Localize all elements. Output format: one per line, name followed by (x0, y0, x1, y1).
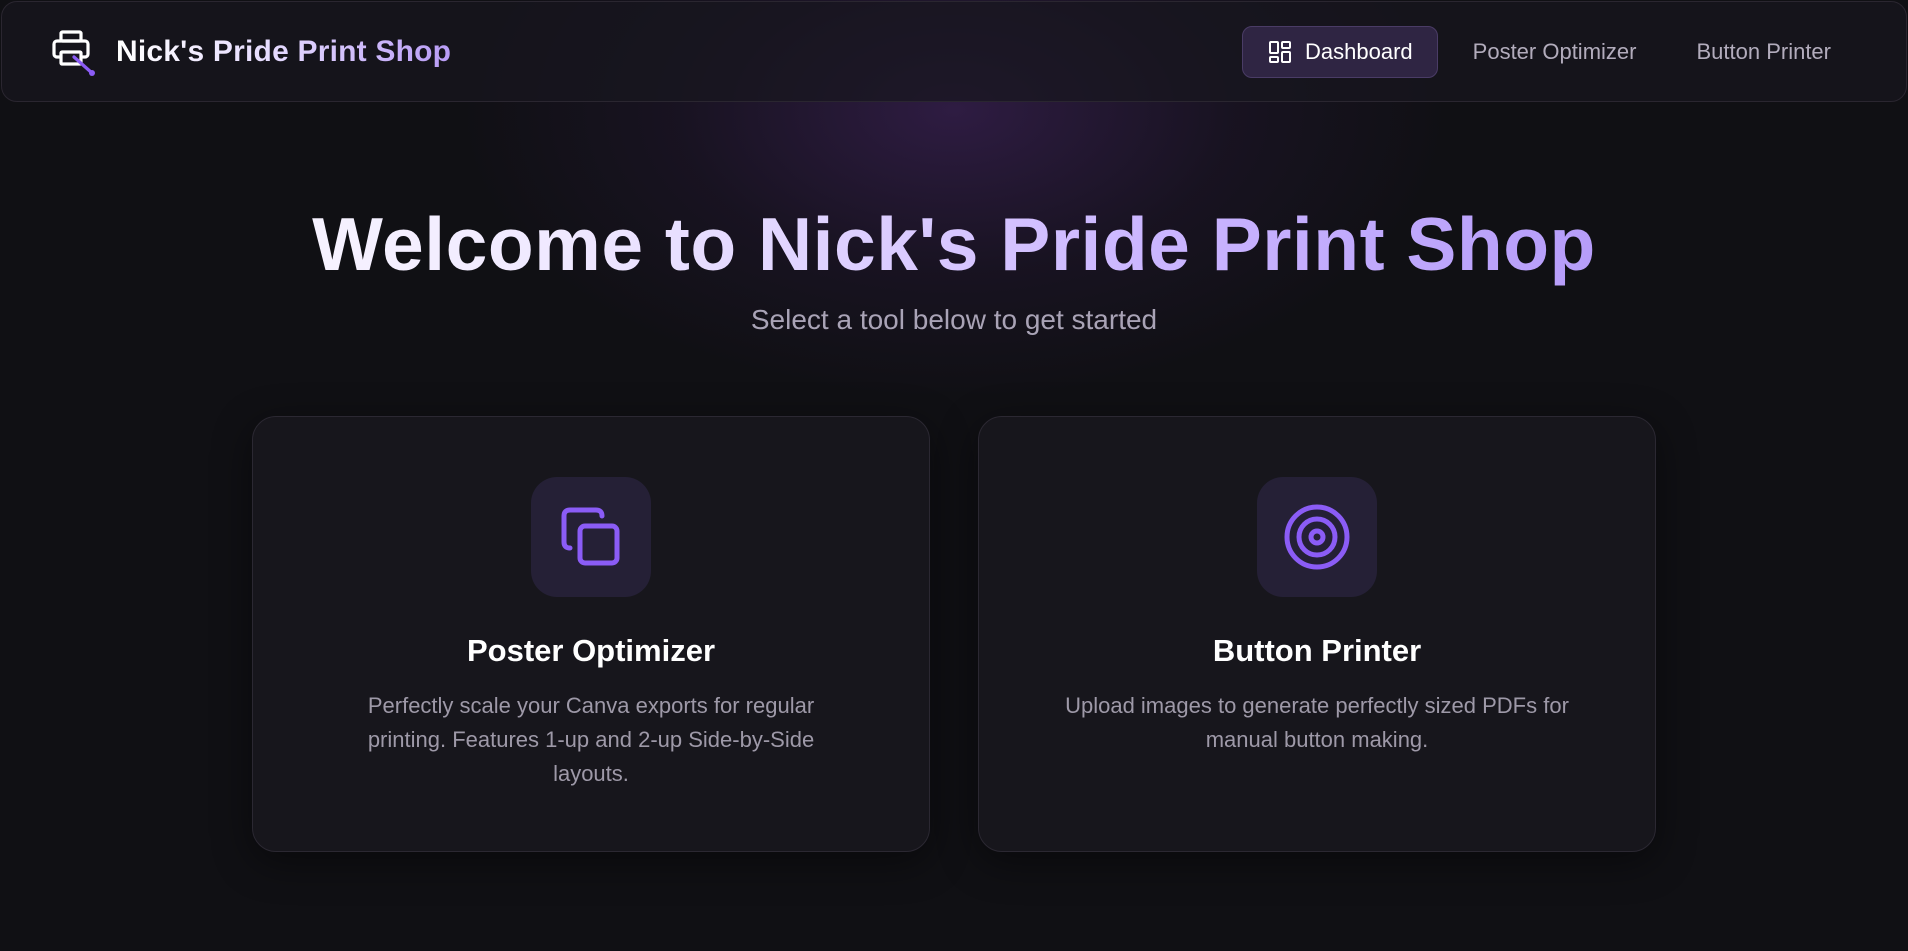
target-icon (1257, 477, 1377, 597)
main-nav: Dashboard Poster Optimizer Button Printe… (1242, 25, 1856, 78)
nav-button-printer[interactable]: Button Printer (1671, 26, 1856, 78)
page-subtitle: Select a tool below to get started (750, 304, 1158, 335)
app-title: Nick's Pride Print Shop (116, 35, 451, 69)
dashboard-grid-icon (1267, 39, 1293, 65)
tool-card-title: Poster Optimizer (466, 633, 716, 668)
tool-card-button-printer[interactable]: Button Printer Upload images to generate… (978, 416, 1656, 852)
tool-card-description: Perfectly scale your Canva exports for r… (367, 693, 815, 786)
printer-icon (50, 27, 100, 77)
nav-poster-optimizer-label: Poster Optimizer (1472, 38, 1637, 64)
nav-button-printer-label: Button Printer (1696, 38, 1831, 64)
hero: Welcome to Nick's Pride Print Shop Selec… (0, 196, 1908, 336)
app-title-part1: Nick's Pride (116, 34, 298, 68)
copy-icon (531, 477, 651, 597)
brand[interactable]: Nick's Pride Print Shop (50, 27, 451, 77)
tool-card-poster-optimizer[interactable]: Poster Optimizer Perfectly scale your Ca… (252, 416, 930, 852)
tool-cards: Poster Optimizer Perfectly scale your Ca… (252, 416, 1656, 852)
app-title-part2: Print Shop (297, 34, 452, 68)
tool-card-title: Button Printer (1212, 633, 1422, 668)
tool-card-description: Upload images to generate perfectly size… (1065, 693, 1569, 752)
nav-dashboard[interactable]: Dashboard (1242, 25, 1438, 78)
nav-poster-optimizer[interactable]: Poster Optimizer (1448, 26, 1662, 78)
top-navbar: Nick's Pride Print Shop Dashboard Poster… (1, 1, 1907, 102)
page-title: Welcome to Nick's Pride Print Shop (0, 196, 1908, 292)
nav-dashboard-label: Dashboard (1305, 38, 1413, 64)
